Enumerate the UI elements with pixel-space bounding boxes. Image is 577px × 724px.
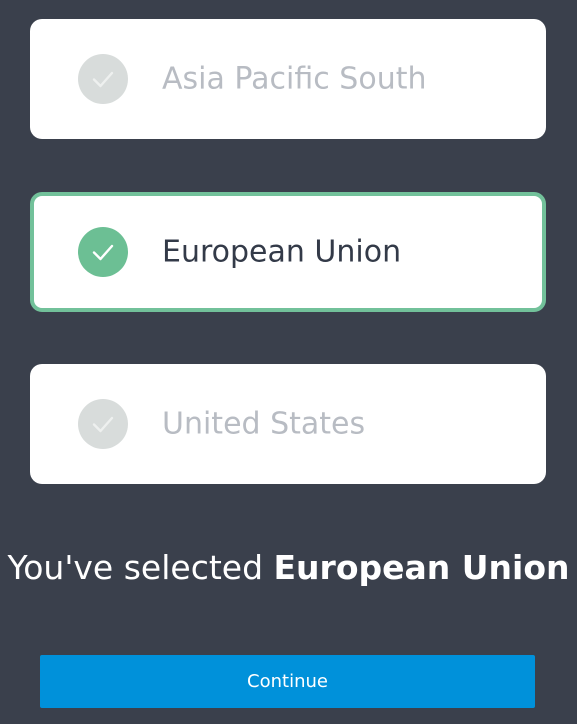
check-icon	[78, 399, 128, 449]
check-icon	[78, 54, 128, 104]
region-option-european-union[interactable]: European Union	[30, 192, 546, 312]
region-option-united-states[interactable]: United States	[30, 364, 546, 484]
summary-prefix: You've selected	[7, 548, 274, 587]
region-label: European Union	[162, 234, 402, 270]
region-label: United States	[162, 406, 366, 442]
continue-button[interactable]: Continue	[40, 655, 535, 708]
summary-selected-region: European Union	[273, 548, 570, 587]
selection-summary: You've selected European Union	[0, 548, 577, 587]
check-icon	[78, 227, 128, 277]
region-label: Asia Pacific South	[162, 61, 427, 97]
region-option-asia-pacific-south[interactable]: Asia Pacific South	[30, 19, 546, 139]
